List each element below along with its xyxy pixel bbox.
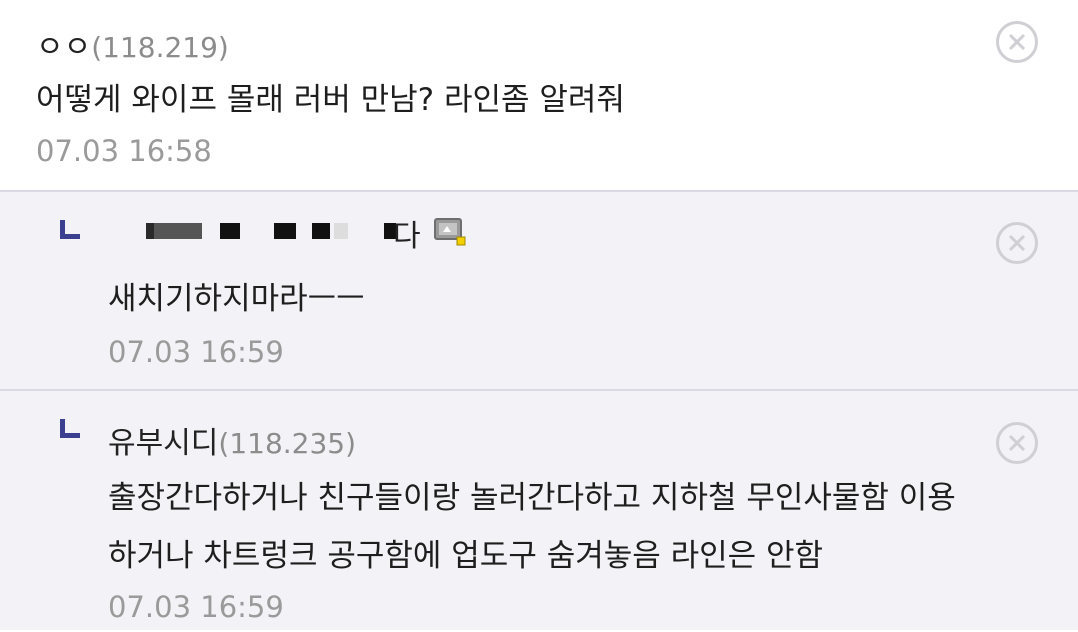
comment-timestamp: 07.03 16:59 (108, 590, 284, 624)
reply-corner-icon (60, 419, 80, 438)
gallery-user-icon (434, 218, 466, 246)
comment-author-name[interactable]: ㅇㅇ (36, 22, 91, 66)
reply-corner-icon (60, 220, 80, 239)
comment-text-line: 하거나 차트렁크 공구함에 업도구 숨겨놓음 라인은 안함 (108, 538, 824, 574)
comment-text: 새치기하지마라ㅡㅡ (108, 281, 365, 317)
comment-author-ip: (118.235) (218, 427, 357, 460)
reply-item: 유부시디 (118.235) 출장간다하거나 친구들이랑 놀러간다하고 지하철 … (0, 389, 1078, 630)
comment-author-name-tail: 다 (393, 219, 421, 254)
close-circle-icon (1008, 434, 1026, 452)
close-circle-icon (1008, 234, 1026, 252)
reply-item: 다 새치기하지마라ㅡㅡ 07.03 16:59 (0, 190, 1078, 389)
comment-author-line: ㅇㅇ (118.219) (36, 22, 229, 66)
comment-text: 어떻게 와이프 몰래 러버 만남? 라인좀 알려줘 (36, 82, 625, 118)
comment-timestamp: 07.03 16:58 (36, 134, 212, 168)
comment-item: ㅇㅇ (118.219) 어떻게 와이프 몰래 러버 만남? 라인좀 알려줘 0… (0, 0, 1078, 190)
comment-author-line: 유부시디 (118.235) (108, 418, 356, 462)
comment-author-name[interactable]: 유부시디 (108, 418, 218, 462)
delete-comment-button[interactable] (996, 222, 1038, 264)
delete-comment-button[interactable] (996, 422, 1038, 464)
delete-comment-button[interactable] (996, 21, 1038, 63)
close-circle-icon (1008, 33, 1026, 51)
comment-text-line: 출장간다하거나 친구들이랑 놀러간다하고 지하철 무인사물함 이용 (108, 480, 956, 516)
comment-author-ip: (118.219) (91, 31, 229, 64)
comment-timestamp: 07.03 16:59 (108, 335, 284, 369)
